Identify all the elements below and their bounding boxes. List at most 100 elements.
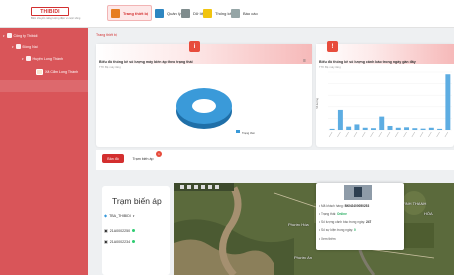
folder-icon <box>25 56 31 61</box>
report-icon <box>231 8 240 18</box>
popup-value: BKN2400050253 <box>344 204 370 208</box>
map-label: VINH THANH <box>402 201 427 206</box>
top-bar: THIBIDI Biến chuyển năng lượng điện vì c… <box>0 0 454 28</box>
equipment-icon <box>111 8 120 18</box>
x-tick-label <box>378 131 382 138</box>
chart-title: Biểu đồ thống kê số lượng cảnh báo trong… <box>319 60 416 64</box>
folder-icon <box>15 44 21 49</box>
brand-logo[interactable]: THIBIDI <box>31 7 69 16</box>
popup-row: • Số lượng cảnh báo trong ngày: 247 <box>319 220 372 224</box>
x-tick-label <box>436 131 440 138</box>
bar[interactable] <box>370 128 376 130</box>
bar[interactable] <box>445 74 451 130</box>
sidebar-item-label: Huyện Long Thành <box>32 56 64 61</box>
logo-tagline: Biến chuyển năng lượng điện vì cuộc sống <box>31 17 81 20</box>
device-icon: ▣ <box>104 239 108 244</box>
status-dot <box>132 229 136 232</box>
pin-icon: ◆ <box>104 213 108 218</box>
sidebar-item-label: Đồng Nai <box>22 44 38 49</box>
popup-row: • Số sự kiện trong ngày: 0 <box>319 228 356 232</box>
station-title: Trạm biến áp <box>112 196 162 206</box>
bar[interactable] <box>437 128 443 130</box>
bar[interactable] <box>404 127 410 130</box>
popup-label: Số sự kiện trong ngày: <box>321 228 354 232</box>
nav-label: Trang thiết bị <box>123 10 149 16</box>
bar[interactable] <box>337 109 343 130</box>
popup-value: 0 <box>354 228 356 232</box>
tab-map[interactable]: Bản đồ <box>102 154 124 163</box>
bar[interactable] <box>420 128 426 130</box>
breadcrumb: Trang thiết bị <box>96 33 117 37</box>
sidebar: ▾ Công ty Thibidi ▾ Đồng Nai ▾ Huyện Lon… <box>0 28 88 275</box>
hamburger-menu-icon[interactable]: ≡ <box>303 58 306 64</box>
location-icon <box>36 69 43 75</box>
data-icon <box>181 8 190 18</box>
satellite-map[interactable]: Phước Hòa Phước An VINH THANH HÒA <box>174 183 454 275</box>
stats-icon <box>203 8 212 18</box>
caret-down-icon: ▾ <box>132 213 135 218</box>
map-label: Phước An <box>294 255 312 260</box>
x-tick-label <box>419 131 424 138</box>
bar[interactable] <box>395 127 401 130</box>
x-tick-label <box>395 131 399 138</box>
popup-row: • Trạng thái: Online <box>319 212 347 216</box>
tab-station[interactable]: Trạm biến áp <box>130 154 156 163</box>
x-tick-label <box>337 131 341 138</box>
station-photo <box>344 185 372 200</box>
notification-badge: 1 <box>156 151 162 157</box>
x-tick-label <box>361 131 366 138</box>
map-imagery <box>174 183 454 275</box>
bar[interactable] <box>412 128 418 130</box>
x-tick-label <box>428 131 432 138</box>
device-row[interactable]: ▣ 21A0002250 <box>104 228 136 233</box>
device-row[interactable]: ▣ 21A0002234 <box>104 239 136 244</box>
app-root: THIBIDI Biến chuyển năng lượng điện vì c… <box>0 0 454 275</box>
legend-label: Trạng thái <box>242 131 255 135</box>
bar[interactable] <box>428 127 434 130</box>
popup-value: 247 <box>366 220 372 224</box>
bar-chart <box>328 71 452 138</box>
x-tick-label <box>328 131 333 138</box>
x-tick-label <box>386 131 391 138</box>
view-tabs: Bản đồ Trạm biến áp 1 <box>96 150 454 170</box>
bar[interactable] <box>387 125 393 130</box>
caret-down-icon: ▾ <box>12 44 14 49</box>
sidebar-item-company[interactable]: ▾ Công ty Thibidi <box>3 33 37 38</box>
station-panel: Trạm biến áp ◆ TBA_THIBIDI ▾ ▣ 21A000225… <box>102 186 170 275</box>
alert-chart-card: ! Biểu đồ thống kê số lượng cảnh báo tro… <box>316 41 454 147</box>
bar[interactable] <box>362 127 368 130</box>
building-icon <box>6 33 12 38</box>
x-tick-label <box>403 131 407 138</box>
popup-label: Xem thêm <box>321 237 336 241</box>
chart-title: Biểu đồ thống kê số lượng máy biến áp th… <box>99 60 193 64</box>
bar[interactable] <box>354 124 360 130</box>
nav-equipment[interactable]: Trang thiết bị <box>107 5 153 21</box>
sidebar-item-province[interactable]: ▾ Đồng Nai <box>12 44 38 49</box>
popup-label: Trạng thái: <box>320 212 337 216</box>
donut-hole <box>192 99 216 113</box>
legend-swatch <box>236 130 240 133</box>
device-icon: ▣ <box>104 228 108 233</box>
nav-report[interactable]: Báo cáo <box>228 5 261 21</box>
caret-down-icon: ▾ <box>3 33 5 38</box>
manage-icon <box>155 8 164 18</box>
bar[interactable] <box>379 116 385 130</box>
device-id: 21A0002250 <box>109 228 131 233</box>
x-tick-label <box>444 131 449 138</box>
status-dot <box>132 240 136 243</box>
chart-badge-icon: i <box>189 41 200 52</box>
donut-chart <box>176 88 240 133</box>
alert-badge-icon: ! <box>327 41 338 52</box>
sidebar-item-district[interactable]: ▾ Huyện Long Thành <box>22 56 63 61</box>
x-tick-label <box>370 131 374 138</box>
popup-label: Mã khách hàng: <box>321 204 344 208</box>
bar[interactable] <box>346 126 352 130</box>
station-code-row[interactable]: ◆ TBA_THIBIDI ▾ <box>104 213 134 218</box>
sidebar-item-commune[interactable]: Xã Cẩm Long Thành <box>36 69 78 75</box>
bar[interactable] <box>329 128 335 130</box>
station-popup: • Mã khách hàng: BKN2400050253 • Trạng t… <box>316 183 404 250</box>
map-label: Phước Hòa <box>288 222 309 227</box>
x-tick-label <box>345 131 349 138</box>
popup-more-link[interactable]: • Xem thêm <box>319 237 336 241</box>
popup-row: • Mã khách hàng: BKN2400050253 <box>319 204 370 208</box>
